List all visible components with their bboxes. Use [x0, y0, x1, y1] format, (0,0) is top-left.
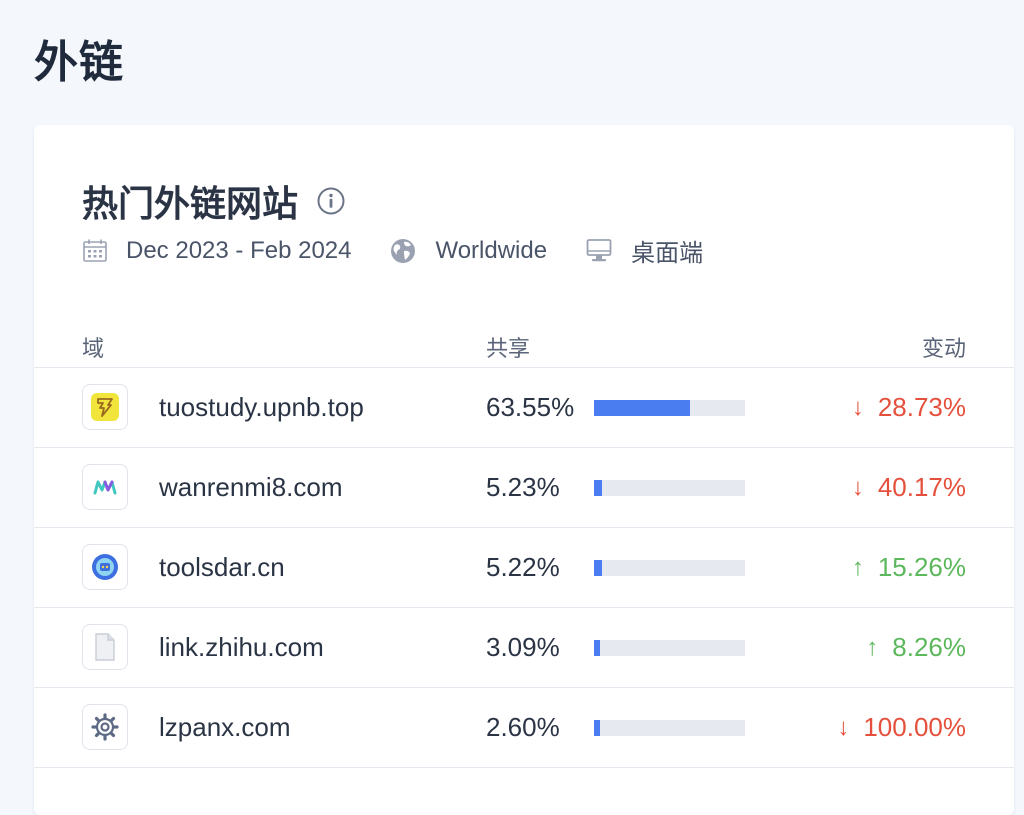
- table-header: 域 共享 变动: [34, 325, 1014, 367]
- row-share-value: 3.09%: [486, 632, 560, 662]
- share-bar: [594, 400, 745, 416]
- region-item[interactable]: Worldwide: [389, 237, 567, 265]
- row-change: ↓ 40.17%: [852, 472, 966, 503]
- header-share[interactable]: 共享: [486, 331, 530, 363]
- row-change: ↓ 100.00%: [837, 712, 966, 743]
- share-bar-fill: [594, 640, 600, 656]
- date-range-item[interactable]: Dec 2023 - Feb 2024: [82, 237, 371, 265]
- row-change-value: 100.00%: [863, 712, 966, 742]
- region-text: Worldwide: [435, 236, 548, 264]
- row-domain-link[interactable]: toolsdar.cn: [159, 552, 285, 583]
- tuostudy-logo-icon: [82, 384, 128, 430]
- trend-arrow-icon: ↓: [837, 713, 850, 741]
- card-title-text: 热门外链网站: [82, 184, 299, 225]
- row-change-value: 40.17%: [877, 472, 966, 502]
- row-share-value: 5.22%: [486, 552, 560, 582]
- row-domain-link[interactable]: lzpanx.com: [159, 712, 291, 743]
- share-bar-fill: [594, 560, 602, 576]
- row-share-value: 63.55%: [486, 392, 575, 422]
- trend-arrow-icon: ↑: [851, 553, 864, 581]
- header-domain[interactable]: 域: [82, 331, 104, 363]
- row-domain-link[interactable]: wanrenmi8.com: [159, 472, 343, 503]
- share-bar: [594, 720, 745, 736]
- date-range-text: Dec 2023 - Feb 2024: [126, 236, 352, 264]
- share-bar: [594, 480, 745, 496]
- calendar-icon: [83, 239, 107, 262]
- table-row[interactable]: wanrenmi8.com 5.23% ↓ 40.17%: [34, 447, 1014, 527]
- row-change-value: 8.26%: [892, 632, 966, 662]
- toolsdar-logo-icon: [82, 544, 128, 590]
- row-change-value: 28.73%: [877, 392, 966, 422]
- card-title: 热门外链网站: [82, 175, 346, 227]
- device-item[interactable]: 桌面端: [585, 233, 723, 268]
- row-change: ↑ 15.26%: [852, 552, 966, 583]
- referring-sites-table: tuostudy.upnb.top 63.55% ↓ 28.73% wanren…: [34, 367, 1014, 768]
- row-share-value: 2.60%: [486, 712, 560, 742]
- document-icon: [82, 624, 128, 670]
- filter-meta: Dec 2023 - Feb 2024 Worldwide 桌面端: [82, 233, 741, 268]
- table-row[interactable]: tuostudy.upnb.top 63.55% ↓ 28.73%: [34, 367, 1014, 447]
- row-domain-link[interactable]: link.zhihu.com: [159, 632, 324, 663]
- share-bar-fill: [594, 400, 690, 416]
- top-referring-sites-card: 热门外链网站 Dec 2023 - Feb 2024 Worldwide 桌面端…: [34, 125, 1014, 815]
- row-share-value: 5.23%: [486, 472, 560, 502]
- row-change: ↓ 28.73%: [852, 392, 966, 423]
- table-row[interactable]: toolsdar.cn 5.22% ↑ 15.26%: [34, 527, 1014, 607]
- header-change[interactable]: 变动: [922, 331, 966, 363]
- wanrenmi-logo-icon: [82, 464, 128, 510]
- gear-icon: [82, 704, 128, 750]
- table-row[interactable]: link.zhihu.com 3.09% ↑ 8.26%: [34, 607, 1014, 687]
- globe-icon: [391, 238, 416, 263]
- share-bar: [594, 560, 745, 576]
- page-title: 外链: [34, 37, 124, 88]
- share-bar-fill: [594, 720, 600, 736]
- share-bar: [594, 640, 745, 656]
- device-text: 桌面端: [631, 240, 704, 267]
- row-domain-link[interactable]: tuostudy.upnb.top: [159, 392, 364, 423]
- trend-arrow-icon: ↓: [851, 473, 864, 501]
- info-icon[interactable]: [316, 186, 346, 216]
- desktop-icon: [586, 238, 612, 261]
- trend-arrow-icon: ↑: [866, 633, 879, 661]
- row-change: ↑ 8.26%: [866, 632, 966, 663]
- share-bar-fill: [594, 480, 602, 496]
- trend-arrow-icon: ↓: [851, 393, 864, 421]
- table-row[interactable]: lzpanx.com 2.60% ↓ 100.00%: [34, 687, 1014, 768]
- row-change-value: 15.26%: [877, 552, 966, 582]
